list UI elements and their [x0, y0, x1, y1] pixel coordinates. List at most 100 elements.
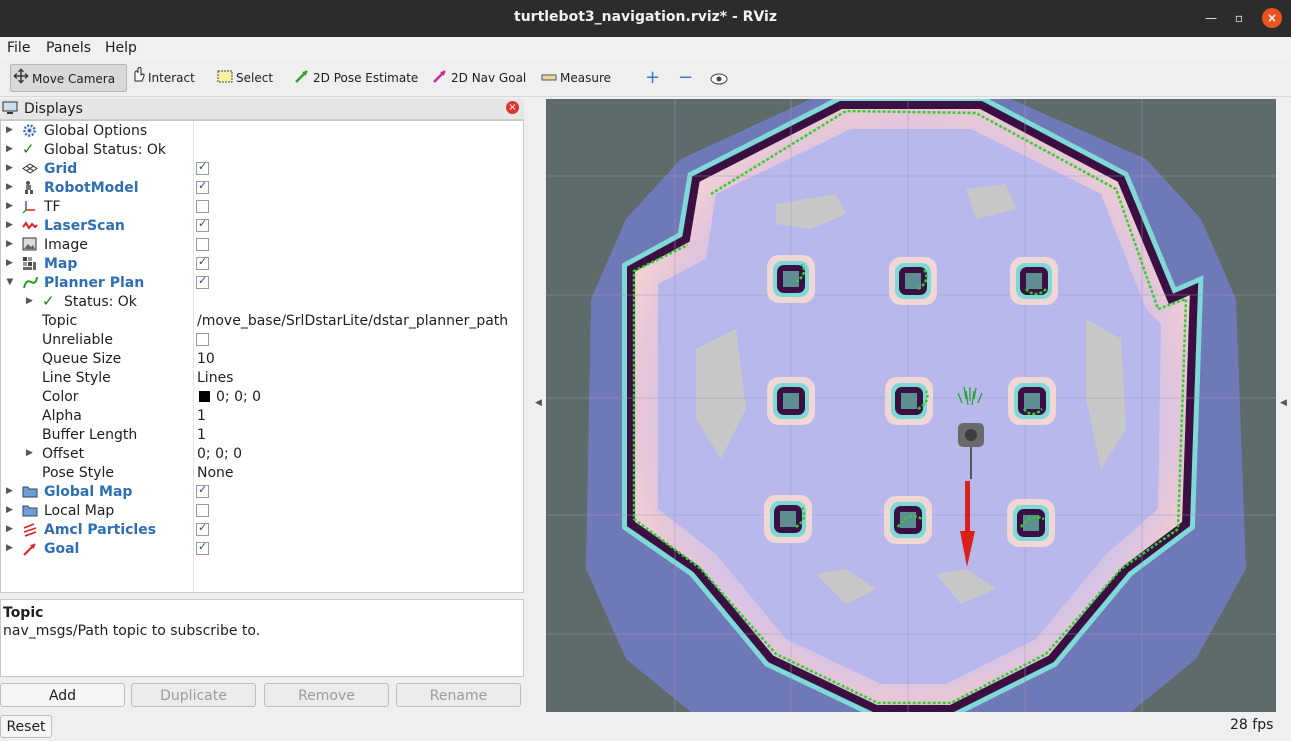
reset-button[interactable]: Reset — [0, 715, 52, 738]
tree-row-image[interactable]: ▶ Image — [1, 235, 523, 254]
collapse-left-icon[interactable]: ◀ — [535, 398, 542, 408]
tree-row-plan-status[interactable]: ▶ ✓ Status: Ok — [1, 292, 523, 311]
property-offset[interactable]: ▶ Offset 0; 0; 0 — [1, 444, 523, 463]
tree-label: Status: Ok — [64, 294, 137, 310]
tree-row-local-map[interactable]: ▶ Local Map — [1, 501, 523, 520]
property-value[interactable]: 10 — [197, 351, 215, 367]
grid-icon — [22, 161, 38, 176]
robot-icon — [22, 180, 38, 195]
interact-button[interactable]: Interact — [131, 64, 195, 92]
checkbox[interactable] — [196, 521, 209, 536]
collapse-right-icon[interactable]: ◀ — [1280, 398, 1287, 408]
menu-panels[interactable]: Panels — [46, 40, 91, 56]
property-line-style[interactable]: Line Style Lines — [1, 368, 523, 387]
pink-arrow-icon — [432, 65, 448, 93]
checkbox[interactable] — [196, 200, 209, 213]
tree-label: Amcl Particles — [44, 522, 157, 538]
tree-row-planner-plan[interactable]: ▶ Planner Plan — [1, 273, 523, 292]
property-alpha[interactable]: Alpha 1 — [1, 406, 523, 425]
select-button[interactable]: Select — [217, 64, 273, 92]
close-icon[interactable]: × — [1262, 8, 1282, 28]
expand-arrow-icon[interactable]: ▶ — [6, 125, 13, 135]
tree-row-grid[interactable]: ▶ Grid — [1, 159, 523, 178]
expand-arrow-icon[interactable]: ▶ — [6, 220, 13, 230]
property-name: Unreliable — [42, 332, 113, 348]
pose-estimate-button[interactable]: 2D Pose Estimate — [294, 64, 418, 92]
maximize-icon[interactable]: ▫ — [1228, 8, 1250, 28]
property-value[interactable]: 1 — [197, 427, 206, 443]
close-panel-icon[interactable]: × — [506, 101, 519, 114]
expand-arrow-icon[interactable]: ▶ — [6, 201, 13, 211]
property-value[interactable]: 0; 0; 0 — [216, 389, 261, 405]
select-icon — [217, 65, 233, 93]
image-icon — [22, 237, 38, 252]
nav-goal-button[interactable]: 2D Nav Goal — [432, 64, 526, 92]
expand-arrow-icon[interactable]: ▶ — [26, 448, 33, 458]
expand-arrow-icon[interactable]: ▶ — [6, 258, 13, 268]
add-tool-icon[interactable]: + — [645, 64, 660, 92]
property-value[interactable]: /move_base/SrlDstarLite/dstar_planner_pa… — [197, 313, 508, 329]
property-buffer-length[interactable]: Buffer Length 1 — [1, 425, 523, 444]
checkbox[interactable] — [196, 179, 209, 194]
property-pose-style[interactable]: Pose Style None — [1, 463, 523, 482]
checkbox[interactable] — [196, 483, 209, 498]
expand-arrow-icon[interactable]: ▶ — [6, 505, 13, 515]
tree-row-amcl-particles[interactable]: ▶ Amcl Particles — [1, 520, 523, 539]
checkbox[interactable] — [196, 217, 209, 232]
property-name: Alpha — [42, 408, 82, 424]
tree-row-robotmodel[interactable]: ▶ RobotModel — [1, 178, 523, 197]
move-camera-button[interactable]: Move Camera — [10, 64, 127, 92]
property-value[interactable]: None — [197, 465, 234, 481]
property-value[interactable]: 0; 0; 0 — [197, 446, 242, 462]
expand-arrow-icon[interactable]: ▶ — [26, 296, 33, 306]
nav-goal-label: 2D Nav Goal — [451, 71, 527, 85]
checkbox[interactable] — [196, 540, 209, 555]
property-queue-size[interactable]: Queue Size 10 — [1, 349, 523, 368]
checkbox[interactable] — [196, 160, 209, 175]
displays-tree: ▶ Global Options ▶ ✓ Global Status: Ok ▶… — [0, 120, 524, 593]
expand-arrow-icon[interactable]: ▶ — [6, 543, 13, 553]
menu-help[interactable]: Help — [105, 40, 137, 56]
remove-button[interactable]: Remove — [264, 683, 389, 707]
add-button[interactable]: Add — [0, 683, 125, 707]
duplicate-button[interactable]: Duplicate — [131, 683, 256, 707]
expand-arrow-icon[interactable]: ▶ — [6, 239, 13, 249]
eye-icon[interactable] — [710, 64, 728, 92]
expand-arrow-icon[interactable]: ▶ — [6, 524, 13, 534]
property-color[interactable]: Color 0; 0; 0 — [1, 387, 523, 406]
minimize-icon[interactable]: — — [1200, 8, 1222, 28]
expand-arrow-icon[interactable]: ▶ — [6, 163, 13, 173]
expand-arrow-icon[interactable]: ▶ — [6, 182, 13, 192]
displays-title: Displays — [24, 101, 83, 117]
move-camera-label: Move Camera — [32, 72, 116, 86]
remove-tool-icon[interactable]: − — [678, 64, 693, 92]
checkbox[interactable] — [196, 504, 209, 517]
tree-row-global-map[interactable]: ▶ Global Map — [1, 482, 523, 501]
collapse-arrow-icon[interactable]: ▶ — [4, 279, 14, 286]
rename-button[interactable]: Rename — [396, 683, 521, 707]
tree-row-global-status[interactable]: ▶ ✓ Global Status: Ok — [1, 140, 523, 159]
expand-arrow-icon[interactable]: ▶ — [6, 144, 13, 154]
map-render[interactable] — [546, 99, 1276, 712]
menu-file[interactable]: File — [7, 40, 30, 56]
tree-row-global-options[interactable]: ▶ Global Options — [1, 121, 523, 140]
property-unreliable[interactable]: Unreliable — [1, 330, 523, 349]
property-value[interactable]: 1 — [197, 408, 206, 424]
render-viewport[interactable] — [546, 99, 1276, 712]
checkbox[interactable] — [196, 274, 209, 289]
check-icon: ✓ — [42, 292, 55, 310]
tree-label: Map — [44, 256, 78, 272]
color-swatch[interactable] — [199, 391, 210, 402]
menu-bar: File Panels Help — [0, 37, 1291, 60]
tree-row-map[interactable]: ▶ Map — [1, 254, 523, 273]
checkbox[interactable] — [196, 333, 209, 346]
property-topic[interactable]: Topic /move_base/SrlDstarLite/dstar_plan… — [1, 311, 523, 330]
tree-row-tf[interactable]: ▶ TF — [1, 197, 523, 216]
checkbox[interactable] — [196, 255, 209, 270]
expand-arrow-icon[interactable]: ▶ — [6, 486, 13, 496]
tree-row-laserscan[interactable]: ▶ LaserScan — [1, 216, 523, 235]
checkbox[interactable] — [196, 238, 209, 251]
property-value[interactable]: Lines — [197, 370, 233, 386]
tree-row-goal[interactable]: ▶ Goal — [1, 539, 523, 558]
measure-button[interactable]: Measure — [541, 64, 611, 92]
